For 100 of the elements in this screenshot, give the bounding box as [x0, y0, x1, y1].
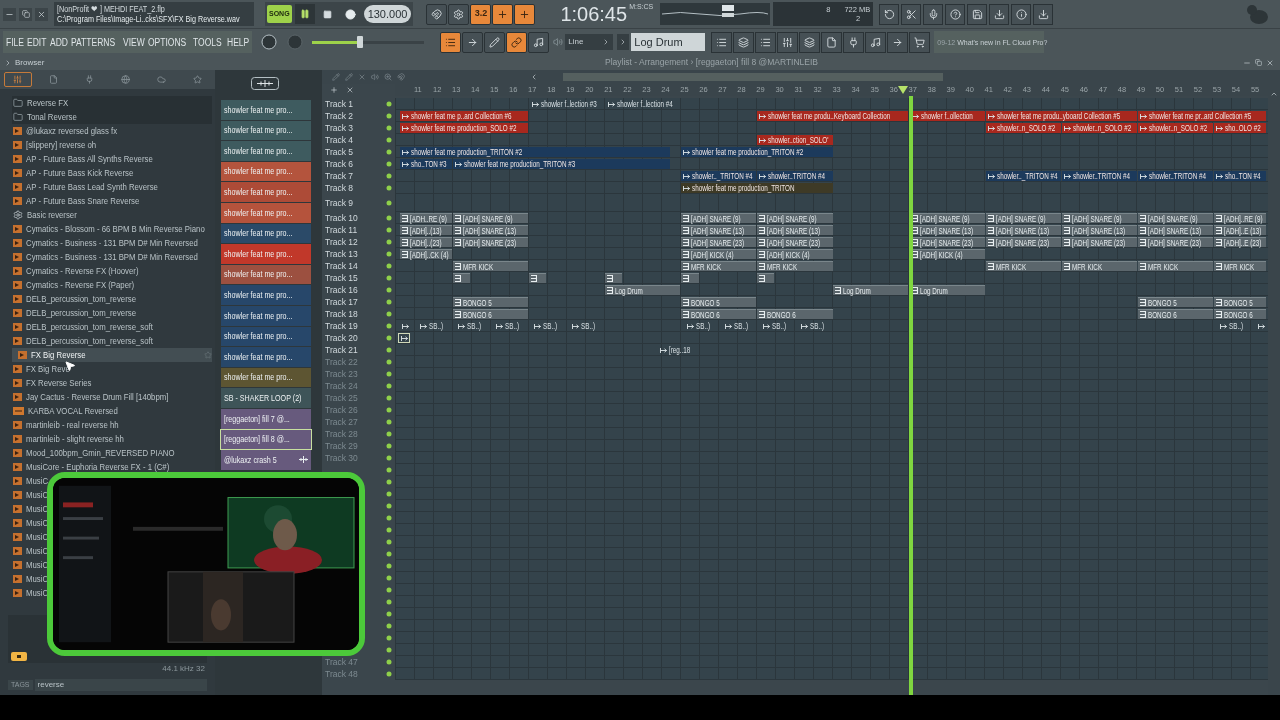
track-led-icon[interactable]: [386, 443, 392, 449]
pattern-clip[interactable]: BONGO 5: [681, 297, 756, 307]
star-icon[interactable]: [204, 351, 212, 359]
pattern-clip[interactable]: [529, 273, 546, 283]
pattern-clip[interactable]: [ADH] SNARE (23): [1138, 237, 1213, 247]
track-name[interactable]: Track 4: [325, 133, 354, 147]
pattern-clip[interactable]: MFR KICK: [757, 261, 833, 271]
pattern-clip[interactable]: [757, 273, 774, 283]
audio-clip[interactable]: SB..): [723, 321, 760, 331]
track-led-icon[interactable]: [386, 311, 392, 317]
scroll-up-icon[interactable]: [1270, 90, 1278, 98]
channel-button[interactable]: showler feat me pro...: [221, 120, 311, 141]
track-led-icon[interactable]: [386, 395, 392, 401]
pattern-clip[interactable]: [ADH] SNARE (9): [986, 213, 1061, 223]
track-name[interactable]: Track 1: [325, 97, 354, 111]
menu-item[interactable]: FILE: [6, 34, 24, 50]
pattern-clip[interactable]: BONGO 6: [453, 309, 528, 319]
browser-item[interactable]: MusiC: [12, 544, 46, 558]
track-led-icon[interactable]: [386, 419, 392, 425]
add-icon[interactable]: [330, 86, 338, 94]
browser-item[interactable]: FX Big Reverse: [12, 348, 212, 362]
microphone-button[interactable]: [923, 3, 944, 25]
track-led-icon[interactable]: [386, 137, 392, 143]
pattern-clip[interactable]: [ADH]..CK (4): [400, 249, 452, 259]
menu-item[interactable]: TOOLS: [193, 34, 223, 50]
track-led-icon[interactable]: [386, 623, 392, 629]
browser-item[interactable]: Reverse FX: [12, 96, 212, 110]
audio-clip[interactable]: showler f..lection #3: [530, 99, 605, 109]
pattern-clip[interactable]: [ADH] SNARE (13): [910, 225, 985, 235]
track-led-icon[interactable]: [386, 227, 392, 233]
pattern-clip[interactable]: Log Drum: [605, 285, 680, 295]
track-led-icon[interactable]: [386, 287, 392, 293]
browser-item[interactable]: MusiC: [12, 488, 46, 502]
browser-item[interactable]: MusiC: [12, 530, 46, 544]
audio-clip[interactable]: sho..TON #3: [400, 159, 452, 169]
browser-item[interactable]: MusiC: [12, 474, 46, 488]
track-led-icon[interactable]: [386, 161, 392, 167]
track-led-icon[interactable]: [386, 479, 392, 485]
audio-clip[interactable]: showler..TRITON #4: [1138, 171, 1213, 181]
audio-clip[interactable]: SB..): [494, 321, 531, 331]
audio-clip[interactable]: [1256, 321, 1266, 331]
browser-item[interactable]: MusiC: [12, 586, 46, 600]
channel-button[interactable]: showler feat me pro...: [221, 161, 311, 182]
track-led-icon[interactable]: [386, 599, 392, 605]
close-button[interactable]: [35, 7, 48, 21]
track-led-icon[interactable]: [386, 173, 392, 179]
track-led-icon[interactable]: [386, 263, 392, 269]
browser-item[interactable]: Cymatics - Business - 131 BPM D# Min Reversed: [12, 236, 212, 250]
audio-clip[interactable]: showler.._TRITON #4: [681, 171, 756, 181]
channel-button[interactable]: showler feat me pro...: [221, 100, 311, 120]
save-button[interactable]: [967, 3, 988, 25]
scroll-left-icon[interactable]: [530, 73, 538, 81]
audio-clip[interactable]: [reg..18: [658, 345, 695, 355]
track-led-icon[interactable]: [386, 215, 392, 221]
audio-clip[interactable]: showler..n_SOLO #2: [1062, 123, 1137, 133]
track-led-icon[interactable]: [386, 323, 392, 329]
slider-thumb[interactable]: [357, 36, 364, 48]
track-name[interactable]: Track 17: [325, 295, 358, 309]
toggle-button[interactable]: 3.2: [470, 3, 492, 25]
toggle-button[interactable]: [514, 3, 536, 25]
pattern-clip[interactable]: [ADH] SNARE (13): [986, 225, 1061, 235]
audio-clip[interactable]: showler feat me production_TRITON #3: [453, 159, 670, 169]
help-button[interactable]: [945, 3, 966, 25]
audio-clip[interactable]: showler feat me production_TRITON #2: [681, 147, 833, 157]
channel-button[interactable]: showler feat me pro...: [221, 264, 311, 285]
track-led-icon[interactable]: [386, 551, 392, 557]
pattern-clip[interactable]: Log Drum: [910, 285, 985, 295]
pattern-clip[interactable]: [ADH..RE (9): [400, 213, 452, 223]
pattern-clip[interactable]: [ADH] SNARE (23): [757, 237, 833, 247]
browser-item[interactable]: MusiCore - Euphoria Reverse FX - 1 (C#): [12, 460, 212, 474]
toggle-button[interactable]: [448, 3, 470, 25]
track-led-icon[interactable]: [386, 407, 392, 413]
pattern-clip[interactable]: MFR KICK: [453, 261, 528, 271]
track-name[interactable]: Track 9: [325, 196, 354, 210]
pattern-clip[interactable]: MFR KICK: [1214, 261, 1266, 271]
channel-button[interactable]: showler feat me pro...: [221, 244, 311, 264]
audio-clip[interactable]: showler..TRITON #4: [1062, 171, 1137, 181]
audio-clip[interactable]: showler..n_SOLO #2: [986, 123, 1061, 133]
audio-clip[interactable]: SB..): [570, 321, 607, 331]
browser-item[interactable]: AP - Future Bass All Synths Reverse: [12, 152, 212, 166]
browser-item[interactable]: MusiC: [12, 558, 46, 572]
browser-item[interactable]: Cymatics - Reverse FX (Hoover): [12, 264, 212, 278]
snap-dropdown[interactable]: Line: [565, 34, 614, 50]
knob-icon[interactable]: [260, 33, 279, 51]
track-led-icon[interactable]: [386, 671, 392, 677]
pattern-clip[interactable]: [ADH] SNARE (23): [453, 237, 528, 247]
tags-field[interactable]: reverse: [34, 679, 207, 691]
track-led-icon[interactable]: [386, 635, 392, 641]
menu-item[interactable]: ADD: [49, 34, 68, 50]
track-name[interactable]: Track 5: [325, 145, 354, 159]
audio-clip[interactable]: showler.._TRITON #4: [986, 171, 1061, 181]
audio-clip[interactable]: SB..): [761, 321, 798, 331]
track-name[interactable]: Track 21: [325, 343, 358, 357]
track-led-icon[interactable]: [386, 185, 392, 191]
channel-button[interactable]: showler feat me pro...: [221, 367, 311, 388]
pattern-clip[interactable]: [ADH] SNARE (13): [757, 225, 833, 235]
track-led-icon[interactable]: [386, 149, 392, 155]
browser-item[interactable]: AP - Future Bass Lead Synth Reverse: [12, 180, 212, 194]
plug-button[interactable]: [843, 31, 865, 53]
browser-item[interactable]: Basic reverser: [12, 208, 212, 222]
